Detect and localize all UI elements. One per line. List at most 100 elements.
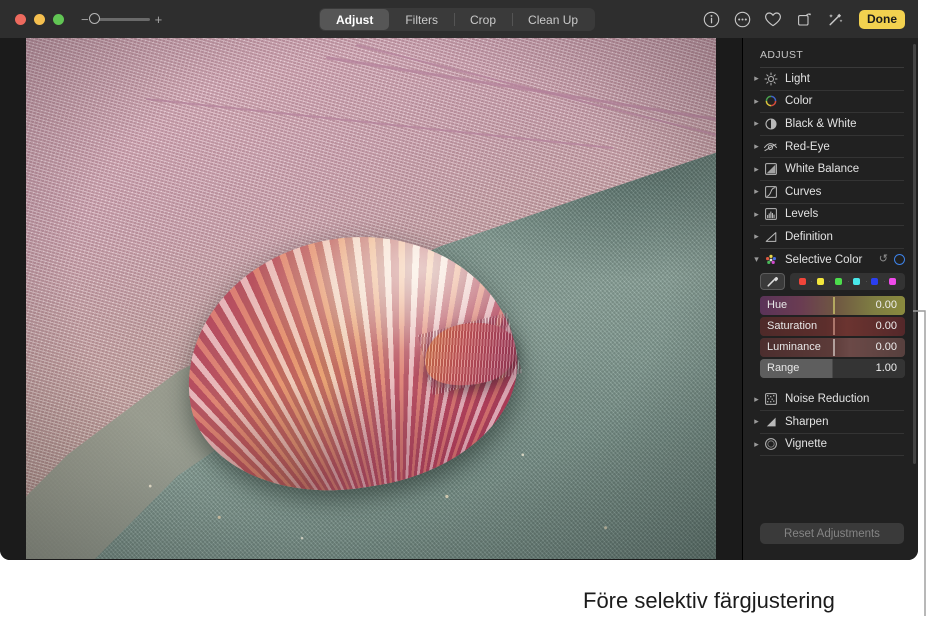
revert-icon[interactable]: ↺ (879, 254, 888, 265)
slider-label: Range (767, 362, 800, 375)
slider-value: 0.00 (875, 299, 897, 312)
reset-adjustments-button[interactable]: Reset Adjustments (760, 523, 904, 544)
sidebar-item-label: White Balance (785, 163, 860, 176)
zoom-in-icon[interactable]: + (155, 13, 163, 26)
slider-value: 1.00 (875, 362, 897, 375)
sidebar-scrollbar[interactable] (913, 44, 916, 464)
zoom-slider[interactable]: − + (81, 12, 163, 26)
slider-saturation[interactable]: Saturation 0.00 (760, 317, 905, 337)
chevron-right-icon[interactable]: ▸ (752, 417, 761, 426)
tab-crop[interactable]: Crop (454, 9, 512, 30)
slider-label: Luminance (767, 341, 821, 354)
sidebar-item-label: Curves (785, 185, 822, 198)
sidebar-item-label: Sharpen (785, 415, 829, 428)
color-wheel-icon (763, 94, 778, 109)
sidebar-divider (760, 455, 904, 457)
photo-canvas (0, 38, 742, 560)
slider-knob[interactable] (832, 339, 835, 357)
sidebar-item-white-balance[interactable]: ▸ White Balance (743, 158, 918, 180)
chevron-right-icon[interactable]: ▸ (752, 142, 761, 151)
sidebar-item-red-eye[interactable]: ▸ Red-Eye (743, 136, 918, 158)
sidebar-item-color[interactable]: ▸ Color (743, 91, 918, 113)
tab-clean-up[interactable]: Clean Up (512, 9, 594, 30)
sidebar-item-selective-color[interactable]: ▾ Selective Color ↺ (743, 249, 918, 271)
sidebar-item-label: Definition (785, 230, 833, 243)
selective-color-swatches[interactable] (790, 273, 905, 291)
slider-knob[interactable] (832, 297, 835, 315)
adjust-sidebar: ADJUST ▸ Light ▸ Color ▸ Black & White ▸… (742, 38, 918, 560)
sidebar-item-noise-reduction[interactable]: ▸ Noise Reduction (743, 388, 918, 410)
sidebar-item-label: Vignette (785, 438, 827, 451)
minimize-button[interactable] (34, 13, 45, 25)
done-button[interactable]: Done (859, 9, 905, 29)
chevron-right-icon[interactable]: ▸ (752, 187, 761, 196)
photos-editor-window: − + Adjust Filters Crop Clean Up Done AD… (0, 0, 918, 560)
white-balance-icon (763, 162, 778, 177)
screenshot-root: − + Adjust Filters Crop Clean Up Done AD… (0, 0, 931, 625)
sidebar-item-label: Black & White (785, 117, 857, 130)
swatch-yellow[interactable] (811, 278, 829, 286)
swatch-red[interactable] (793, 278, 811, 286)
zoom-slider-knob[interactable] (88, 12, 100, 24)
red-eye-icon (763, 139, 778, 154)
sidebar-item-curves[interactable]: ▸ Curves (743, 181, 918, 203)
traffic-light-controls (15, 13, 64, 25)
chevron-right-icon[interactable]: ▸ (752, 394, 761, 404)
rotate-icon[interactable] (795, 10, 813, 28)
sidebar-item-label: Color (785, 95, 813, 108)
chevron-right-icon[interactable]: ▸ (752, 119, 761, 128)
tab-filters[interactable]: Filters (389, 9, 454, 30)
slider-label: Hue (767, 299, 788, 312)
selective-color-controls: ↺ (879, 254, 905, 266)
eyedropper-icon[interactable] (760, 273, 785, 291)
on-off-ring-icon[interactable] (894, 254, 905, 266)
sidebar-item-black-and-white[interactable]: ▸ Black & White (743, 113, 918, 135)
chevron-right-icon[interactable]: ▸ (752, 439, 761, 449)
sidebar-item-levels[interactable]: ▸ Levels (743, 204, 918, 226)
chevron-right-icon[interactable]: ▸ (752, 74, 761, 83)
swatch-blue[interactable] (865, 278, 884, 286)
sidebar-item-light[interactable]: ▸ Light (743, 68, 918, 90)
sidebar-item-sharpen[interactable]: ▸ Sharpen (743, 411, 918, 433)
swatch-magenta[interactable] (883, 278, 902, 286)
selective-color-icon (763, 252, 778, 267)
close-button[interactable] (15, 13, 26, 25)
zoom-out-icon[interactable]: − (81, 13, 89, 26)
chevron-right-icon[interactable]: ▸ (752, 164, 761, 174)
swatch-cyan[interactable] (847, 278, 866, 286)
zoom-button[interactable] (53, 13, 64, 25)
slider-knob[interactable] (832, 318, 835, 336)
favorite-heart-icon[interactable] (764, 10, 782, 28)
slider-label: Saturation (767, 320, 818, 333)
editor-mode-tabs[interactable]: Adjust Filters Crop Clean Up (319, 8, 596, 31)
slider-value: 0.00 (875, 320, 897, 333)
noise-reduction-icon (763, 392, 778, 407)
chevron-right-icon[interactable]: ▸ (752, 232, 761, 241)
info-icon[interactable] (702, 10, 720, 28)
edited-photo[interactable] (26, 38, 716, 559)
slider-luminance[interactable]: Luminance 0.00 (760, 338, 905, 358)
more-options-icon[interactable] (733, 10, 751, 28)
sidebar-item-label: Red-Eye (785, 140, 830, 153)
slider-hue[interactable]: Hue 0.00 (760, 296, 905, 316)
levels-icon (763, 207, 778, 222)
sidebar-item-label: Levels (785, 208, 819, 221)
sidebar-item-label: Noise Reduction (785, 393, 870, 406)
sidebar-item-vignette[interactable]: ▸ Vignette (743, 434, 918, 456)
titlebar-actions: Done (702, 0, 905, 38)
tab-adjust[interactable]: Adjust (320, 9, 390, 30)
window-titlebar: − + Adjust Filters Crop Clean Up Done (0, 0, 918, 38)
curves-icon (763, 184, 778, 199)
swatch-green[interactable] (829, 278, 847, 286)
sidebar-item-definition[interactable]: ▸ Definition (743, 226, 918, 248)
selective-color-toolrow (743, 270, 918, 294)
chevron-right-icon[interactable]: ▸ (752, 96, 761, 106)
sharpen-icon (763, 414, 778, 429)
photo-vignette (26, 38, 716, 559)
auto-enhance-icon[interactable] (826, 10, 844, 28)
chevron-down-icon[interactable]: ▾ (752, 255, 761, 264)
slider-range[interactable]: Range 1.00 (760, 359, 905, 379)
chevron-right-icon[interactable]: ▸ (752, 209, 761, 219)
figure-caption: Före selektiv färgjustering (583, 588, 835, 613)
zoom-slider-track[interactable] (88, 12, 150, 24)
